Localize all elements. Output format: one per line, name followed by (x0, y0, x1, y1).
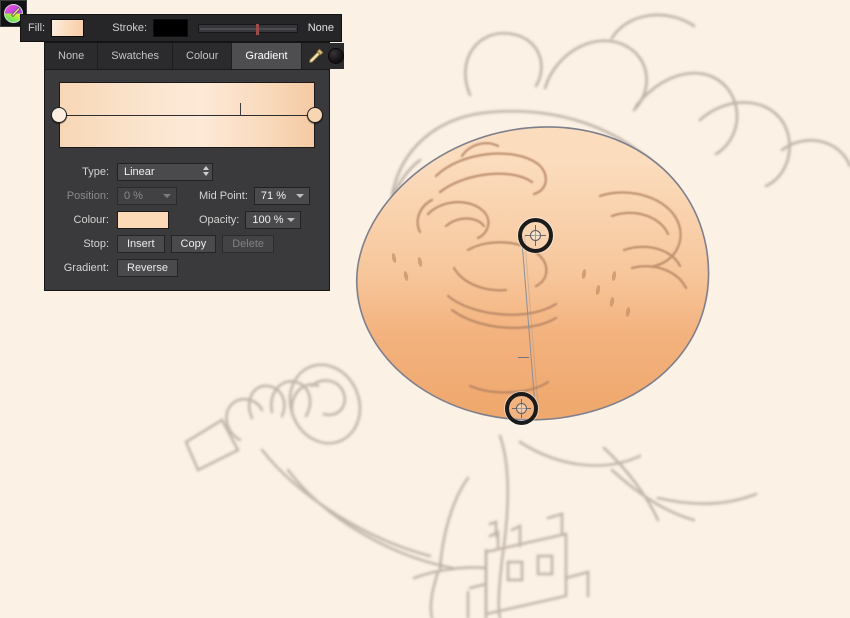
colour-label: Colour: (73, 214, 109, 226)
stop-colour-swatch[interactable] (117, 211, 169, 229)
gradient-preview-wrapper (51, 82, 323, 148)
colour-mode-tabbar: None Swatches Colour Gradient (45, 43, 344, 70)
tab-swatches[interactable]: Swatches (98, 43, 173, 69)
gradient-midpoint-marker[interactable] (240, 103, 242, 116)
chevron-down-icon (295, 194, 304, 198)
handle-inner-dot (516, 403, 527, 414)
stroke-width-slider[interactable] (197, 23, 298, 35)
stepper-arrows-icon[interactable] (203, 166, 209, 176)
opacity-select[interactable]: 100 % (245, 211, 302, 229)
handle-inner-dot (530, 230, 541, 241)
tabbar-tools (301, 43, 344, 69)
mid-point-select[interactable]: 71 % (253, 187, 310, 205)
row-position-midpoint: Position: 0 % Mid Point: 71 % (45, 184, 329, 208)
row-colour-opacity: Colour: Opacity: 100 % (45, 208, 329, 232)
current-colour-swatch-circle[interactable] (327, 48, 344, 64)
stroke-width-value: None (307, 22, 334, 34)
type-label: Type: (82, 166, 109, 178)
stop-label: Stop: (83, 238, 109, 250)
mid-point-value: 71 % (260, 190, 286, 202)
tab-gradient[interactable]: Gradient (232, 43, 302, 69)
gradient-start-handle[interactable] (518, 218, 553, 253)
gradient-panel-body: None Swatches Colour Gradient Type: Line… (44, 42, 344, 291)
type-select-value: Linear (124, 166, 155, 178)
type-select[interactable]: Linear (117, 163, 213, 181)
fill-stroke-strip: Fill: Stroke: None (20, 14, 342, 42)
row-stop-buttons: Stop: Insert Copy Delete (45, 232, 329, 256)
slider-thumb[interactable] (255, 23, 259, 35)
gradient-stop-end[interactable] (307, 107, 323, 123)
chevron-down-icon (287, 218, 296, 222)
eyedropper-icon[interactable] (307, 47, 325, 65)
row-type: Type: Linear (45, 160, 329, 184)
position-select[interactable]: 0 % (117, 187, 177, 205)
slider-track (199, 27, 296, 30)
tab-none[interactable]: None (45, 43, 99, 69)
position-label: Position: (66, 190, 109, 202)
mid-point-label: Mid Point: (199, 190, 248, 202)
stop-delete-button: Delete (222, 235, 274, 253)
gradient-end-handle[interactable] (505, 392, 538, 425)
opacity-value: 100 % (252, 214, 284, 226)
chevron-down-icon (163, 194, 171, 198)
opacity-label: Opacity: (199, 214, 240, 226)
gradient-midpoint-tick[interactable] (518, 357, 529, 358)
gradient-axis-line (60, 115, 314, 116)
fill-label: Fill: (28, 22, 46, 34)
gradient-label: Gradient: (63, 262, 109, 274)
stroke-label: Stroke: (112, 22, 148, 34)
row-gradient-reverse: Gradient: Reverse (45, 256, 329, 280)
stop-copy-button[interactable]: Copy (170, 235, 217, 253)
position-value: 0 % (124, 190, 143, 202)
stroke-colour-swatch[interactable] (153, 19, 188, 37)
gradient-preview-bar[interactable] (59, 82, 315, 148)
gradient-controls: Type: Linear Position: 0 % Mid Point: 71… (45, 160, 329, 280)
gradient-stop-start[interactable] (51, 107, 67, 123)
gradient-reverse-button[interactable]: Reverse (117, 259, 178, 277)
stop-insert-button[interactable]: Insert (117, 235, 165, 253)
tab-colour[interactable]: Colour (173, 43, 233, 69)
fill-colour-swatch[interactable] (51, 19, 85, 37)
